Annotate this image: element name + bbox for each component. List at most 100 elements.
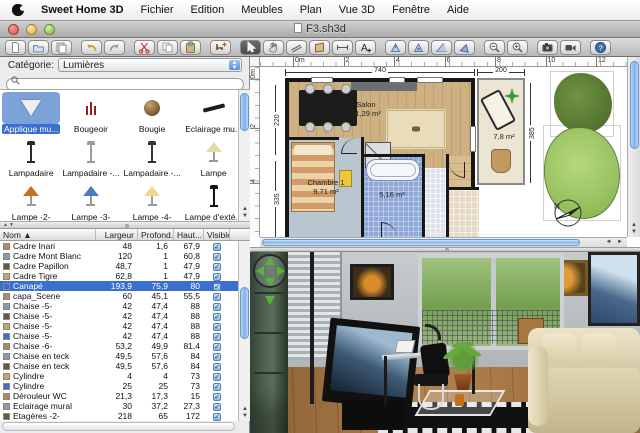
add-furniture-button[interactable] (210, 40, 231, 55)
visible-checkbox[interactable]: ✓ (213, 283, 221, 291)
pan-mode-button[interactable] (263, 40, 284, 55)
view-from-top-button[interactable] (385, 40, 406, 55)
apartment-plan[interactable]: Salon21,29 m² Chambre 19,71 m² 5,16 m² C… (285, 78, 475, 237)
nav-down-icon[interactable] (265, 278, 275, 286)
balcony-plan[interactable]: 7,8 m² (477, 78, 525, 185)
copy-button[interactable] (157, 40, 178, 55)
visible-checkbox[interactable]: ✓ (213, 303, 221, 311)
compass-icon[interactable]: N (548, 193, 588, 233)
create-video-button[interactable] (560, 40, 581, 55)
visible-checkbox[interactable]: ✓ (213, 293, 221, 301)
tree-dark[interactable] (554, 73, 612, 133)
nav-lower-icon[interactable] (265, 296, 275, 305)
table-row[interactable]: Dérouleur WC21,317,315✓ (0, 391, 250, 401)
visible-checkbox[interactable]: ✓ (213, 253, 221, 261)
menu-edition[interactable]: Edition (191, 4, 225, 16)
visible-checkbox[interactable]: ✓ (213, 383, 221, 391)
catalog-item-lampadaire-[interactable]: Lampadaire -... (60, 136, 121, 178)
table-row[interactable]: Canapé193,975,980✓ (0, 281, 250, 291)
table-hscrollbar[interactable] (2, 422, 235, 431)
catalog-item-lampe-d-ext-[interactable]: Lampe d'exté... (183, 180, 245, 222)
3d-navigation-widget[interactable] (253, 254, 289, 306)
room-cuisine[interactable] (447, 190, 479, 237)
new-document-button[interactable] (5, 40, 26, 55)
modify-3d-view-button[interactable] (431, 40, 452, 55)
catalog-item-lampe-3-[interactable]: Lampe -3- (60, 180, 121, 222)
column-header-profond-[interactable]: Profond... (138, 229, 174, 240)
scroll-arrows-icon[interactable]: ▲▼ (239, 206, 250, 220)
create-rooms-button[interactable] (309, 40, 330, 55)
save-document-button[interactable] (51, 40, 72, 55)
catalog-item-lampadaire-[interactable]: Lampadaire -... (122, 136, 183, 178)
catalog-item-eclairage-mu-[interactable]: Eclairage mu... (183, 92, 245, 134)
menu-plan[interactable]: Plan (300, 4, 322, 16)
table-row[interactable]: Cadre Inari481,667,9✓ (0, 241, 250, 251)
table-row[interactable]: Cylindre252573✓ (0, 381, 250, 391)
visible-checkbox[interactable]: ✓ (213, 313, 221, 321)
catalog-scrollbar[interactable]: ▲▼ (238, 90, 250, 221)
dimension-740[interactable]: 740 (285, 68, 475, 75)
table-row[interactable]: Chaise en teck49,557,684✓ (0, 361, 250, 371)
create-photo-button[interactable] (537, 40, 558, 55)
splitter-arrows-icon[interactable]: ▲▼ (3, 222, 15, 228)
table-header[interactable]: Nom ▲LargeurProfond...Haut...Visible (0, 229, 250, 241)
plan-view[interactable]: 0m24681012 0m24 740 200 220 335 385 (250, 57, 640, 247)
plan-canvas[interactable]: 740 200 220 335 385 (260, 67, 627, 237)
balcony-chair[interactable] (491, 149, 511, 173)
catalog-item-bougeoir[interactable]: Bougeoir (60, 92, 121, 134)
visible-checkbox[interactable]: ✓ (213, 333, 221, 341)
table-row[interactable]: Cadre Tigre62,8147,9✓ (0, 271, 250, 281)
dimension-385[interactable]: 385 (528, 83, 535, 183)
nav-left-icon[interactable] (256, 266, 264, 276)
table-row[interactable]: Eclairage mural3037,227,3✓ (0, 401, 250, 411)
paste-button[interactable] (180, 40, 201, 55)
menu-fen-tre[interactable]: Fenêtre (392, 4, 430, 16)
nav-up-icon[interactable] (265, 257, 275, 265)
column-header-largeur[interactable]: Largeur (96, 229, 138, 240)
3d-view[interactable] (250, 252, 640, 433)
select-mode-button[interactable] (240, 40, 261, 55)
catalog-item-lampe-2-[interactable]: Lampe -2- (2, 180, 60, 222)
create-dimensions-button[interactable] (332, 40, 353, 55)
title-bar[interactable]: F3.sh3d (0, 21, 640, 38)
table-row[interactable]: Cylindre4473✓ (0, 371, 250, 381)
visible-checkbox[interactable]: ✓ (213, 403, 221, 411)
menu-aide[interactable]: Aide (447, 4, 469, 16)
catalog-table-splitter[interactable]: ▲▼ (0, 222, 250, 229)
plan-hscrollbar[interactable]: ◄ ► (260, 237, 627, 247)
zoom-out-button[interactable] (484, 40, 505, 55)
menu-sweet-home-3d[interactable]: Sweet Home 3D (41, 4, 124, 16)
help-button[interactable]: ? (590, 40, 611, 55)
catalog-item-lampe[interactable]: Lampe (183, 136, 245, 178)
visible-checkbox[interactable]: ✓ (213, 413, 221, 421)
visible-checkbox[interactable]: ✓ (213, 263, 221, 271)
dimension-335[interactable]: 335 (273, 161, 280, 237)
view-observer-button[interactable] (408, 40, 429, 55)
catalog-item-lampe-4-[interactable]: Lampe -4- (122, 180, 183, 222)
table-row[interactable]: Etagères -2-21865172✓ (0, 411, 250, 421)
visible-checkbox[interactable]: ✓ (213, 243, 221, 251)
table-scrollbar[interactable]: ▲▼ (238, 241, 250, 421)
zoom-in-button[interactable] (507, 40, 528, 55)
category-select[interactable]: Lumières▲▼ (58, 58, 242, 72)
menu-vue-3d[interactable]: Vue 3D (339, 4, 375, 16)
create-walls-button[interactable] (286, 40, 307, 55)
virtual-visit-button[interactable] (454, 40, 475, 55)
visible-checkbox[interactable]: ✓ (213, 353, 221, 361)
open-document-button[interactable] (28, 40, 49, 55)
dimension-200[interactable]: 200 (477, 68, 525, 75)
table-row[interactable]: Chaise en teck49,557,684✓ (0, 351, 250, 361)
bathtub[interactable] (366, 159, 420, 181)
dimension-220[interactable]: 220 (273, 85, 280, 155)
table-row[interactable]: Chaise -6-53,249,981,4✓ (0, 341, 250, 351)
table-row[interactable]: Cadre Mont Blanc120160,8✓ (0, 251, 250, 261)
catalog-item-applique-mu-[interactable]: Applique mu... (2, 92, 60, 134)
redo-button[interactable] (104, 40, 125, 55)
catalog-item-bougie[interactable]: Bougie (122, 92, 183, 134)
table-row[interactable]: Chaise -5-4247,488✓ (0, 311, 250, 321)
bed[interactable] (291, 142, 335, 212)
menu-fichier[interactable]: Fichier (141, 4, 174, 16)
visible-checkbox[interactable]: ✓ (213, 363, 221, 371)
visible-checkbox[interactable]: ✓ (213, 393, 221, 401)
menu-meubles[interactable]: Meubles (241, 4, 283, 16)
